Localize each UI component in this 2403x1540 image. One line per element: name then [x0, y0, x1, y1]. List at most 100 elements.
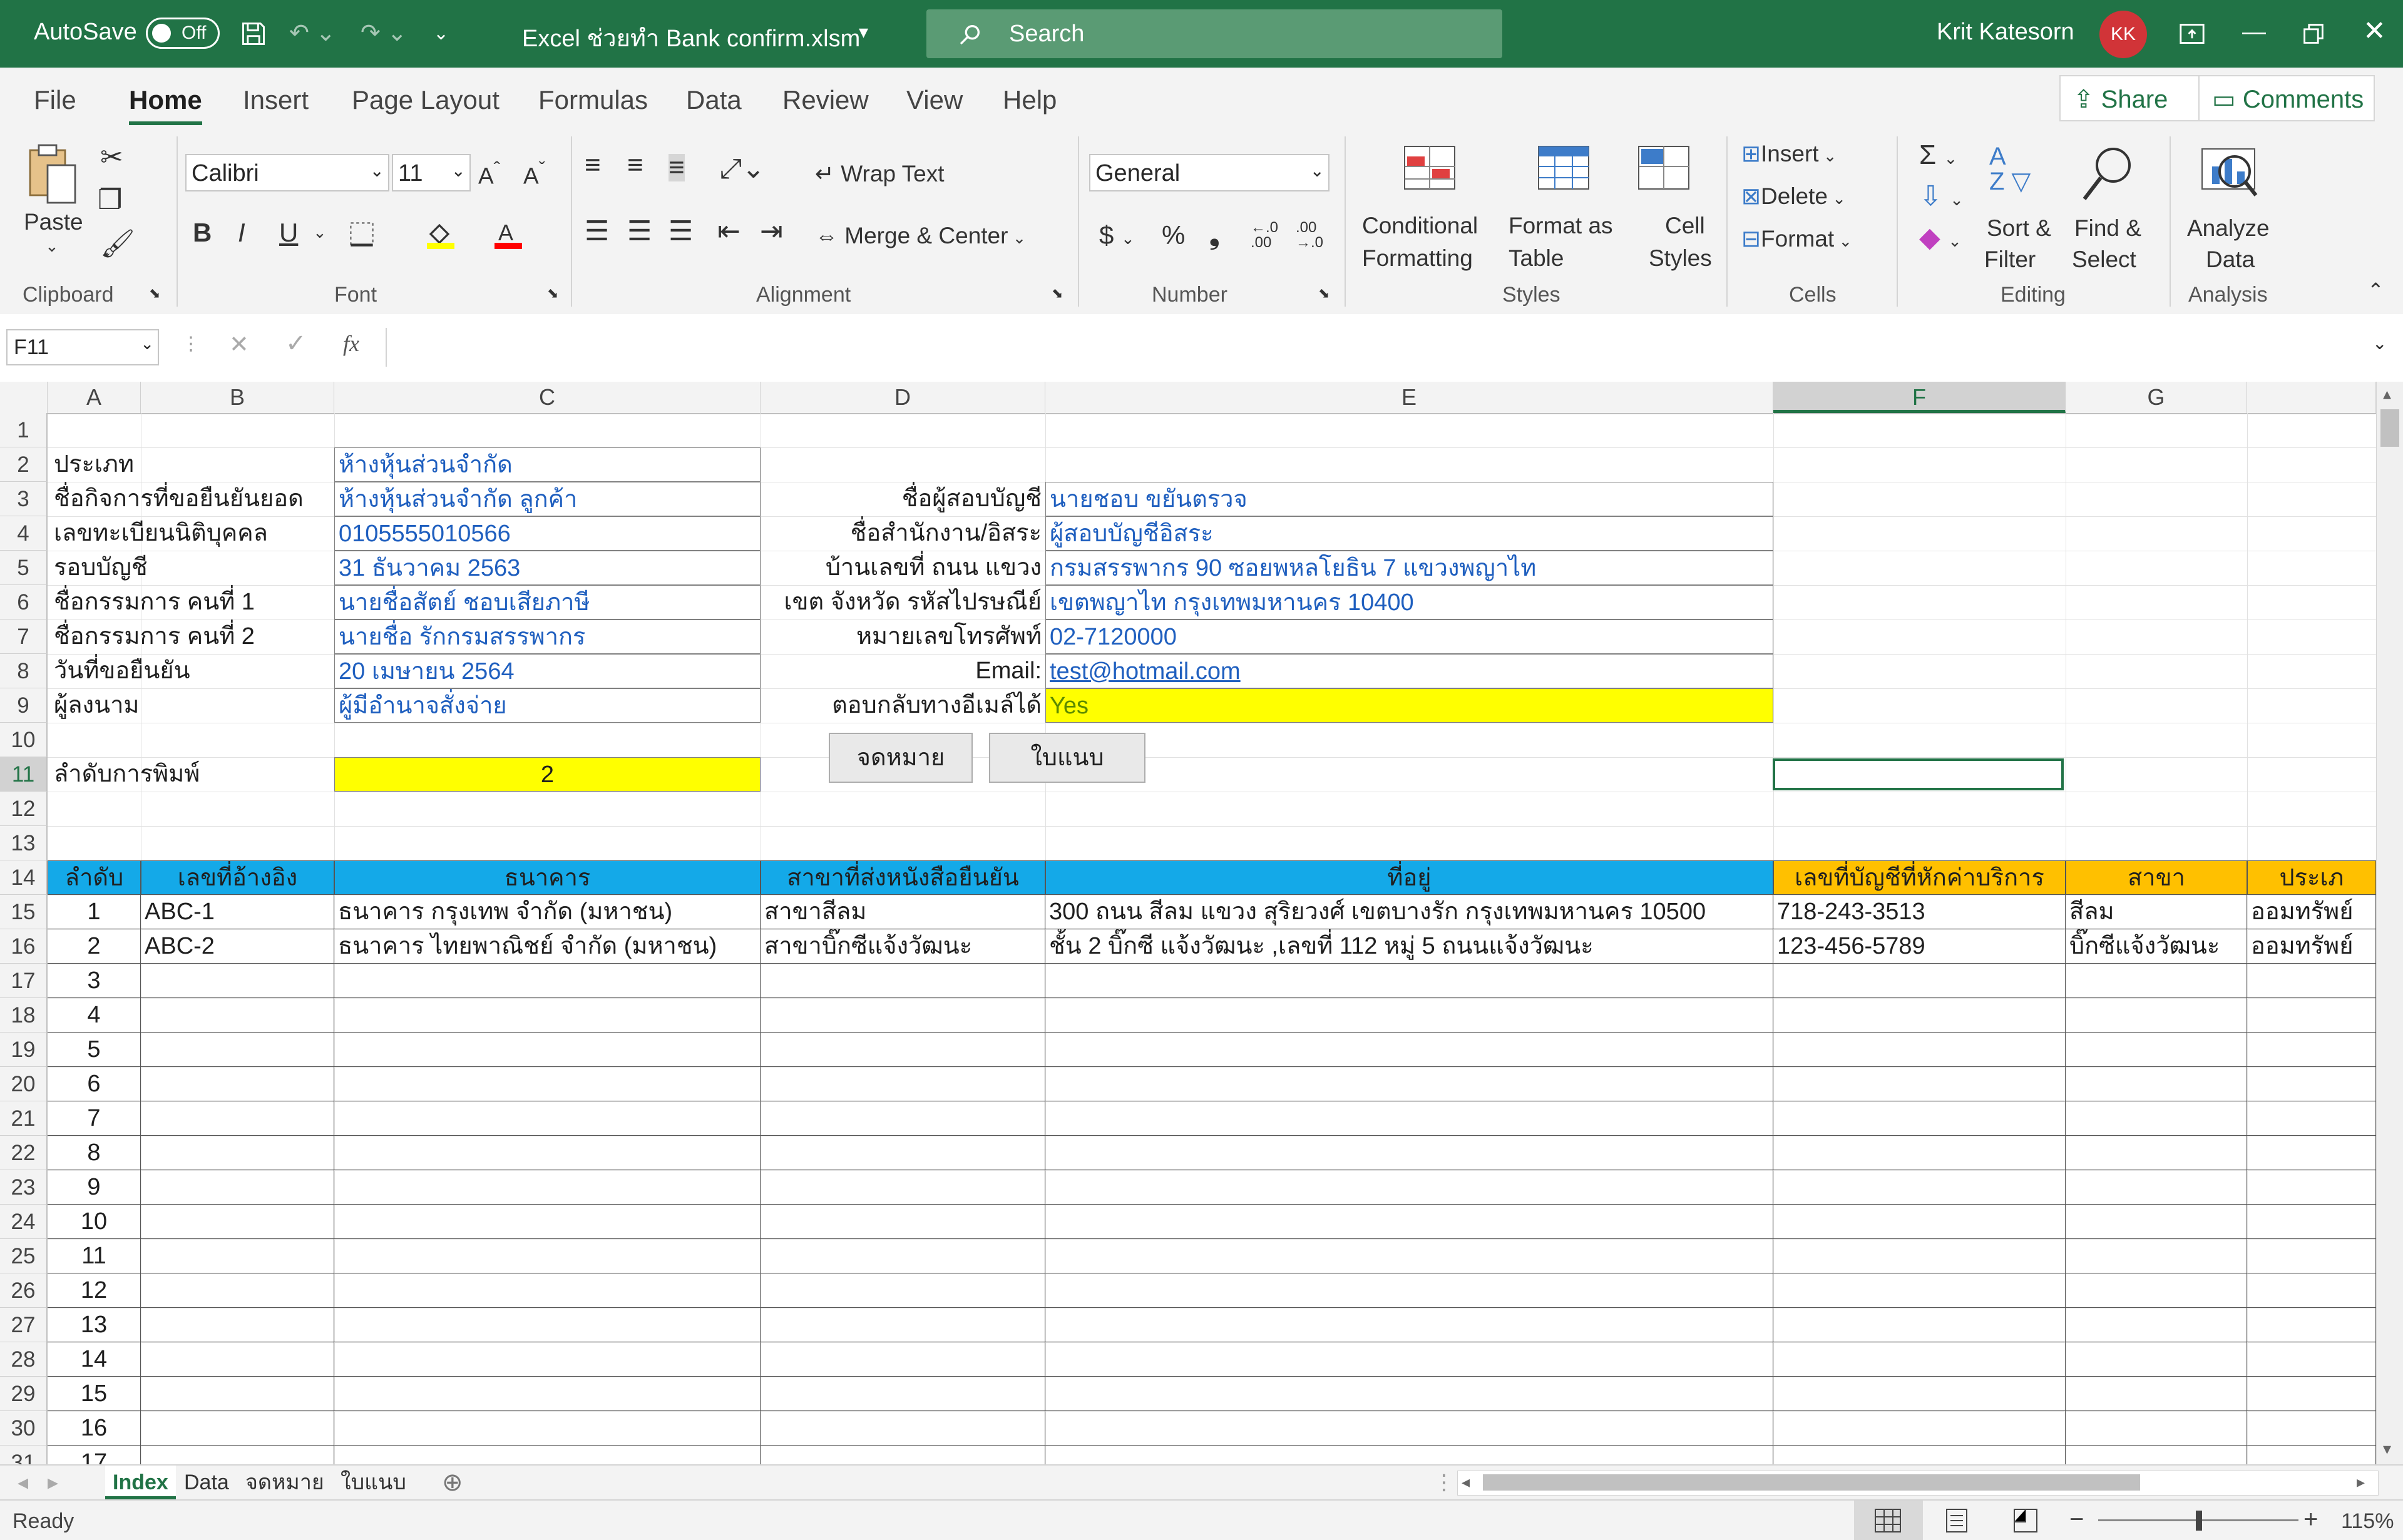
analyze-data-button[interactable]: Analyze Data: [2185, 139, 2278, 277]
tab-page-layout[interactable]: Page Layout: [352, 85, 500, 115]
sheet-tab-index[interactable]: Index: [105, 1466, 176, 1499]
scroll-up-icon[interactable]: ▴: [2383, 384, 2391, 404]
column-header-2[interactable]: C: [334, 382, 761, 413]
table-cell[interactable]: [761, 1136, 1045, 1170]
cancel-icon[interactable]: ✕: [229, 330, 249, 359]
table-cell[interactable]: [2247, 998, 2376, 1033]
table-cell[interactable]: [141, 1205, 334, 1239]
autosum-icon[interactable]: Σ ⌄: [1919, 141, 1957, 169]
table-cell[interactable]: [2247, 1170, 2376, 1205]
table-cell[interactable]: ธนาคาร ไทยพาณิชย์ จำกัด (มหาชน): [334, 929, 761, 964]
table-cell[interactable]: [334, 998, 761, 1033]
table-cell[interactable]: [1045, 1308, 1773, 1342]
table-cell[interactable]: บิ๊กซีแจ้งวัฒนะ: [2066, 929, 2247, 964]
column-header-4[interactable]: E: [1045, 382, 1773, 413]
row-header[interactable]: 20: [0, 1067, 48, 1101]
user-name[interactable]: Krit Katesorn: [1937, 19, 2074, 46]
sort-filter-button[interactable]: AZ ▽ Sort & Filter: [1984, 139, 2072, 277]
dialog-launcher-icon[interactable]: ⬊: [1052, 287, 1063, 300]
table-cell[interactable]: [1773, 1273, 2066, 1308]
fill-icon[interactable]: ⇩ ⌄: [1919, 183, 1964, 210]
table-cell[interactable]: [2247, 1239, 2376, 1273]
collapse-ribbon-icon[interactable]: ⌃: [2367, 280, 2384, 300]
zoom-slider-thumb[interactable]: [2196, 1511, 2202, 1531]
sequence-cell[interactable]: 9: [48, 1170, 141, 1205]
table-cell[interactable]: [2247, 964, 2376, 998]
row-header[interactable]: 16: [0, 929, 48, 964]
table-cell[interactable]: [2066, 1205, 2247, 1239]
row-header[interactable]: 31: [0, 1446, 48, 1464]
table-cell[interactable]: [1773, 964, 2066, 998]
table-cell[interactable]: [141, 1411, 334, 1446]
name-box[interactable]: F11 ⌄: [6, 329, 159, 365]
column-header-3[interactable]: D: [761, 382, 1045, 413]
number-format-select[interactable]: General ⌄: [1089, 154, 1330, 191]
print-order-input[interactable]: 2: [334, 757, 761, 792]
table-cell[interactable]: [1045, 1136, 1773, 1170]
autosave-toggle[interactable]: Off: [146, 18, 220, 49]
chevron-down-icon[interactable]: ⌄: [313, 223, 327, 242]
save-icon[interactable]: [240, 20, 267, 48]
table-cell[interactable]: 718-243-3513: [1773, 895, 2066, 929]
title-dropdown-icon[interactable]: ▾: [859, 21, 868, 43]
row-header[interactable]: 4: [0, 516, 48, 551]
table-cell[interactable]: [2066, 1033, 2247, 1067]
table-cell[interactable]: [2066, 1342, 2247, 1377]
table-cell[interactable]: [1773, 1101, 2066, 1136]
tab-insert[interactable]: Insert: [243, 85, 309, 115]
format-cells-button[interactable]: ⊟Format ⌄: [1741, 225, 1852, 252]
table-cell[interactable]: [1773, 1136, 2066, 1170]
table-cell[interactable]: 2: [48, 929, 141, 964]
table-cell[interactable]: [334, 1273, 761, 1308]
sequence-cell[interactable]: 15: [48, 1377, 141, 1411]
row-header[interactable]: 22: [0, 1136, 48, 1170]
form-value-input[interactable]: ผู้สอบบัญชีอิสระ: [1045, 516, 1773, 551]
worksheet-grid[interactable]: ABCDEFG 1 2 3 4 5 6 7 8 9 10 11 12 13 14 15 16 17 18 19 20 2…: [0, 382, 2376, 1464]
tab-help[interactable]: Help: [1003, 85, 1057, 115]
paste-icon[interactable]: [25, 143, 80, 212]
zoom-level[interactable]: 115%: [2341, 1509, 2394, 1534]
sheet-tab-attachment[interactable]: ใบแนบ: [341, 1466, 406, 1499]
table-cell[interactable]: ออมทรัพย์: [2247, 895, 2376, 929]
table-cell[interactable]: [141, 1067, 334, 1101]
select-all-corner[interactable]: [0, 382, 48, 413]
paste-dropdown-icon[interactable]: ⌄: [45, 237, 59, 256]
cut-icon[interactable]: ✂: [100, 144, 123, 171]
form-value-input[interactable]: ผู้มีอำนาจสั่งจ่าย: [334, 688, 761, 723]
table-cell[interactable]: [1773, 1342, 2066, 1377]
table-cell[interactable]: [2066, 998, 2247, 1033]
font-size-select[interactable]: 11 ⌄: [392, 154, 471, 191]
underline-icon[interactable]: U: [279, 218, 298, 248]
column-header-0[interactable]: A: [48, 382, 141, 413]
form-value-input[interactable]: กรมสรรพากร 90 ซอยพหลโยธิน 7 แขวงพญาไท: [1045, 551, 1773, 585]
align-left-icon[interactable]: ☰: [585, 218, 609, 245]
row-header[interactable]: 18: [0, 998, 48, 1033]
insert-cells-button[interactable]: ⊞Insert ⌄: [1741, 140, 1837, 167]
table-cell[interactable]: [2066, 1239, 2247, 1273]
table-cell[interactable]: [334, 1170, 761, 1205]
formula-input[interactable]: [386, 328, 2397, 367]
cell-styles-button[interactable]: Cell Styles: [1624, 144, 1712, 275]
table-cell[interactable]: สาขาสีลม: [761, 895, 1045, 929]
row-header[interactable]: 30: [0, 1411, 48, 1446]
sequence-cell[interactable]: 5: [48, 1033, 141, 1067]
tab-data[interactable]: Data: [686, 85, 742, 115]
dialog-launcher-icon[interactable]: ⬊: [1318, 287, 1330, 300]
row-header[interactable]: 15: [0, 895, 48, 929]
table-cell[interactable]: [1773, 1411, 2066, 1446]
table-cell[interactable]: สาขาบิ๊กซีแจ้งวัฒนะ: [761, 929, 1045, 964]
row-header[interactable]: 19: [0, 1033, 48, 1067]
table-cell[interactable]: [334, 1067, 761, 1101]
table-cell[interactable]: [1773, 1170, 2066, 1205]
table-cell[interactable]: ออมทรัพย์: [2247, 929, 2376, 964]
table-cell[interactable]: [1045, 1411, 1773, 1446]
row-header[interactable]: 24: [0, 1205, 48, 1239]
table-cell[interactable]: [1045, 1377, 1773, 1411]
row-header[interactable]: 21: [0, 1101, 48, 1136]
table-cell[interactable]: [141, 1308, 334, 1342]
row-header[interactable]: 6: [0, 585, 48, 620]
table-cell[interactable]: [2247, 1377, 2376, 1411]
sequence-cell[interactable]: 7: [48, 1101, 141, 1136]
table-cell[interactable]: [1773, 1067, 2066, 1101]
expand-formula-icon[interactable]: ⌄: [2372, 333, 2387, 354]
